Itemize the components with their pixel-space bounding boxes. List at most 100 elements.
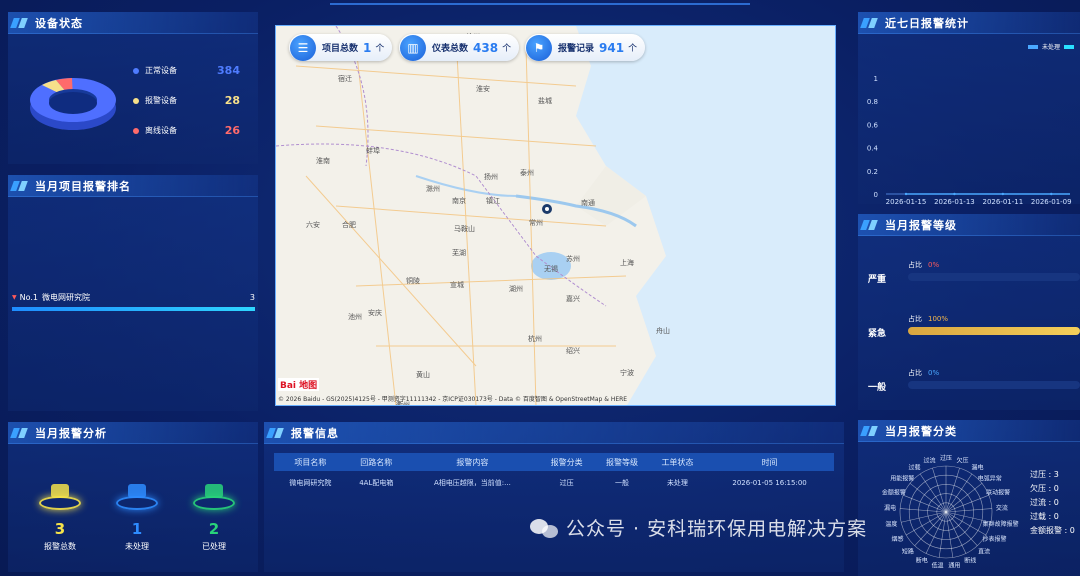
level-bar-fill (908, 327, 1080, 335)
y-tick-label: 0 (874, 191, 878, 199)
map-city-label: 铜陵 (406, 277, 420, 285)
level-percent: 0% (928, 369, 940, 377)
alarm-table-row[interactable]: 微电网研究院 4AL配电箱 A相电压越限，当前值:... 过压 一般 未处理 2026-01… (274, 471, 834, 495)
legend-dot (133, 127, 139, 134)
stat-value: 1 (363, 40, 372, 55)
map-stat-card[interactable]: ☰ 项目总数 1 个 (289, 34, 393, 61)
map-city-label: 扬州 (484, 173, 498, 181)
title-mark-icon (12, 181, 30, 191)
rank-number: No.1 (19, 293, 38, 302)
level-label: 一般 (868, 383, 887, 393)
radar-axis-label: 通用 (948, 561, 960, 569)
analysis-item: 2 已处理 (189, 482, 239, 552)
legend-dot (133, 67, 139, 74)
weekly-line-chart: 0 0.2 0.4 0.6 0.8 1 2026-01-15 2026-01-13 2026-0… (867, 75, 1072, 204)
stat-label: 项目总数 (322, 44, 359, 54)
device-legend-value: 384 (217, 64, 240, 77)
alarm-table-column-header: 回路名称 (346, 453, 406, 471)
map-city-label: 淮南 (316, 157, 330, 165)
wechat-icon (530, 517, 560, 539)
pedestal-top (128, 484, 146, 498)
radar-axis-label: 短路 (902, 548, 914, 556)
radar-axis-label: 温度 (885, 520, 897, 528)
stat-label: 仪表总数 (432, 44, 469, 54)
analysis-item: 1 未处理 (112, 482, 162, 552)
map-city-label: 苏州 (566, 255, 580, 263)
map-city-label: 芜湖 (452, 249, 466, 257)
alarm-level-panel: 当月报警等级 严重 占比 0% 紧急 占比 100% 一般 占比 0% (858, 214, 1080, 410)
device-status-title-bar: 设备状态 (8, 12, 258, 34)
category-legend-item: 金额报警 : 0 (1030, 526, 1075, 535)
y-tick-label: 0.8 (867, 98, 878, 106)
pedestal-top (205, 484, 223, 498)
legend-swatch-unhandled (1027, 44, 1038, 49)
radar-axis-label: 过载 (908, 463, 920, 471)
map-city-label: 镇江 (486, 197, 500, 205)
level-ratio-line: 占比 100% (908, 314, 948, 324)
map-logo: Bai 地图 (278, 378, 320, 391)
radar-axis-label: 金额报警 (882, 488, 906, 496)
category-legend-item: 过流 : 0 (1030, 498, 1059, 507)
radar-axis-label: 集群故障报警 (983, 520, 1019, 528)
rank-arrow-icon: ▼ (12, 294, 17, 301)
radar-spoke (945, 473, 973, 513)
map-city-label: 蚌埠 (366, 147, 380, 155)
device-status-panel: 设备状态 正常设备 384 报警设备 28 离线设备 26 (8, 12, 258, 164)
alarm-info-title: 报警信息 (291, 426, 339, 440)
stat-value: 941 (599, 40, 625, 55)
analysis-label: 已处理 (202, 542, 226, 551)
ranking-item[interactable]: ▼ No.1 微电网研究院 3 (12, 292, 255, 311)
device-legend-label: 离线设备 (145, 126, 177, 135)
map-stat-card[interactable]: ▥ 仪表总数 438 个 (399, 34, 520, 61)
alarm-table-column-header: 报警内容 (405, 453, 539, 471)
radar-axis-label: 漏电 (884, 504, 896, 512)
analysis-value: 1 (131, 520, 143, 538)
alarm-table: 项目名称 回路名称 报警内容 报警分类 报警等级 工单状态 时间 微电网研究院 4AL配电箱 A… (274, 453, 834, 495)
watermark-text: 公众号 · 安科瑞环保用电解决方案 (566, 518, 868, 540)
stat-unit: 个 (502, 44, 512, 54)
device-legend-label: 报警设备 (145, 96, 177, 105)
device-legend-label: 正常设备 (145, 66, 177, 75)
analysis-label: 未处理 (125, 542, 149, 551)
stat-label: 报警记录 (558, 44, 595, 54)
map-stat-card[interactable]: ⚑ 报警记录 941 个 (525, 34, 646, 61)
alarm-table-cell: 4AL配电箱 (359, 479, 394, 487)
level-bar-track (908, 327, 1080, 335)
alarm-table-column-header: 报警等级 (594, 453, 650, 471)
device-legend-value: 26 (224, 124, 240, 137)
radar-spoke (945, 511, 978, 546)
alarm-icon: ⚑ (526, 34, 552, 61)
level-bar-track (908, 381, 1080, 389)
alarm-table-column-header: 报警分类 (538, 453, 595, 471)
x-tick-label: 2026-01-13 (934, 198, 975, 204)
map-city-label: 上海 (620, 259, 634, 267)
radar-axis-label: 联动报警 (986, 488, 1010, 496)
map-city-label: 宿迁 (338, 75, 352, 83)
legend-swatch-second (1064, 44, 1074, 49)
map-city-label: 嘉兴 (566, 295, 580, 303)
level-label: 严重 (868, 275, 887, 285)
map-city-label: 滁州 (426, 185, 440, 193)
alarm-table-cell: 一般 (615, 479, 630, 487)
radar-axis-label: 电弧异常 (978, 474, 1002, 482)
alarm-table-cell: A相电压越限，当前值:... (433, 479, 511, 487)
title-mark-icon (268, 428, 286, 438)
analysis-label: 报警总数 (44, 542, 76, 551)
map-city-label: 绍兴 (566, 347, 580, 355)
alarm-category-title: 当月报警分类 (885, 424, 957, 438)
alarm-table-cell: 微电网研究院 (289, 479, 332, 487)
x-tick-label: 2026-01-11 (982, 198, 1023, 204)
legend-label-unhandled: 未处理 (1041, 44, 1060, 51)
map-city-label: 安庆 (368, 309, 382, 317)
rank-bar-fill (12, 307, 255, 311)
meter-icon: ▥ (400, 34, 426, 61)
device-legend-item: 正常设备 384 (133, 64, 248, 77)
project-ranking-panel: 当月项目报警排名 ▼ No.1 微电网研究院 3 (8, 175, 258, 411)
watermark: 公众号 · 安科瑞环保用电解决方案 (530, 514, 867, 541)
map-city-label: 宣城 (450, 281, 464, 289)
alarm-level-title: 当月报警等级 (885, 218, 957, 232)
map-view[interactable]: 徐州宿迁淮安盐城淮南蚌埠扬州泰州南通合肥六安滁州南京镇江常州马鞍山芜湖无锡苏州上… (275, 25, 836, 406)
y-tick-label: 1 (874, 75, 878, 83)
map-city-label: 舟山 (656, 327, 670, 335)
ranking-item-line: ▼ No.1 微电网研究院 3 (12, 292, 255, 303)
